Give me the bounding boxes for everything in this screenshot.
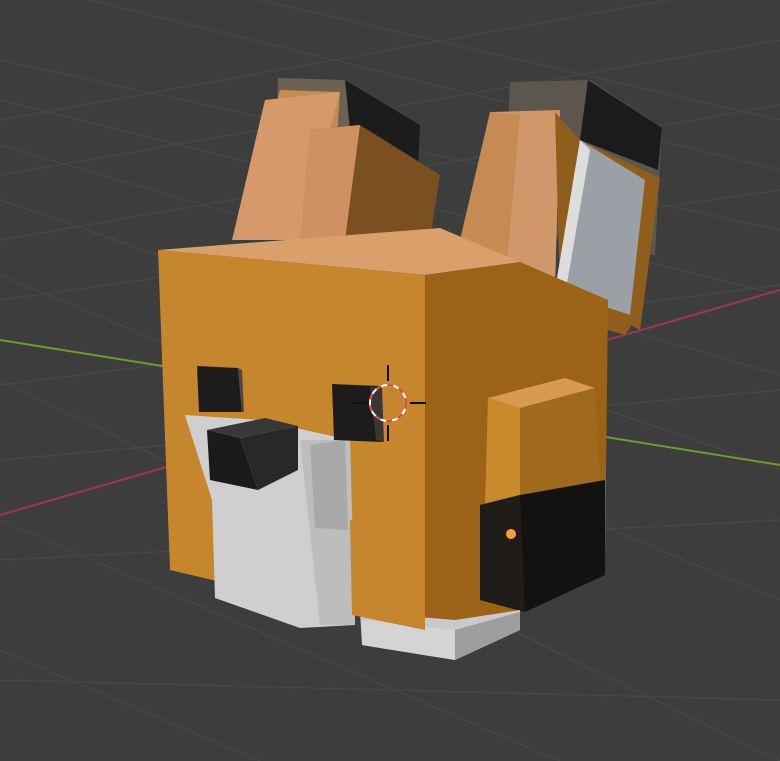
viewport-canvas[interactable] <box>0 0 780 761</box>
fox-head-model[interactable] <box>158 78 662 660</box>
object-origin[interactable] <box>505 528 517 540</box>
3d-viewport[interactable] <box>0 0 780 761</box>
left-eye <box>197 366 242 412</box>
